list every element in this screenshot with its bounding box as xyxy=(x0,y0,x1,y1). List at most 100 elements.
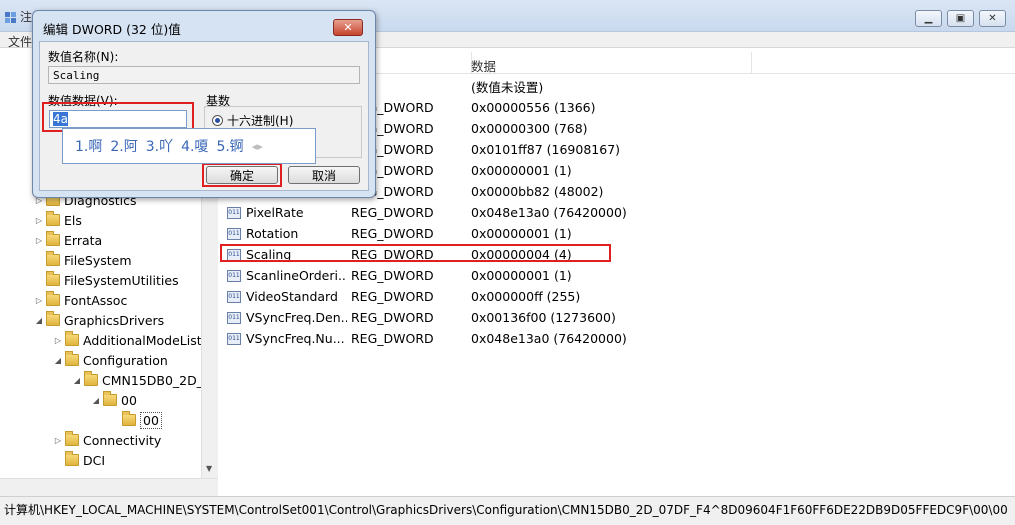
tree-node[interactable]: ▷ Connectivity xyxy=(34,430,211,450)
folder-icon xyxy=(46,271,60,286)
ime-candidate[interactable]: 1.啊 xyxy=(75,136,102,156)
ime-candidate-window: 1.啊 2.阿 3.吖 4.嗄 5.锕 ◂▸ xyxy=(62,128,316,164)
cancel-button[interactable]: 取消 xyxy=(288,166,360,184)
tree-node-label: FileSystem xyxy=(64,252,132,268)
tree-node[interactable]: ▷ AdditionalModeLists xyxy=(34,330,211,350)
value-data: 0x0000bb82 (48002) xyxy=(471,184,604,199)
tree-node-label: Errata xyxy=(64,232,103,248)
tree-node[interactable]: ◢ 00 xyxy=(34,390,211,410)
value-name: ScanlineOrderi... xyxy=(246,268,347,283)
minimize-button[interactable]: ▁ xyxy=(915,10,942,27)
expander-icon[interactable]: ▷ xyxy=(34,296,44,305)
registry-value-row[interactable]: 011 PixelRate REG_DWORD 0x048e13a0 (7642000… xyxy=(227,202,927,223)
expander-icon[interactable]: ▷ xyxy=(34,236,44,245)
folder-icon xyxy=(46,211,60,226)
tree-node[interactable]: ▷ FontAssoc xyxy=(34,290,211,310)
folder-icon xyxy=(84,371,98,386)
value-data: 0x00136f00 (1273600) xyxy=(471,310,616,325)
value-name-cell: 011 VideoStandard xyxy=(227,289,347,304)
value-type: REG_DWORD xyxy=(351,310,434,325)
tree-node[interactable]: ▷ Els xyxy=(34,210,211,230)
tree-node[interactable]: ◢ Configuration xyxy=(34,350,211,370)
dialog-close-button[interactable]: ✕ xyxy=(333,19,363,36)
regedit-icon xyxy=(4,10,18,24)
tree-node-label: DCI xyxy=(83,452,106,468)
registry-value-row[interactable]: 011 VideoStandard REG_DWORD 0x000000ff (255… xyxy=(227,286,927,307)
tree-node-label: CMN15DB0_2D_0 xyxy=(102,372,211,388)
expander-icon[interactable]: ◢ xyxy=(34,316,44,325)
registry-value-row[interactable]: 011 ScanlineOrderi... REG_DWORD 0x00000001 … xyxy=(227,265,927,286)
value-name-cell: 011 VSyncFreq.Den... xyxy=(227,310,347,325)
expander-icon[interactable]: ◢ xyxy=(53,356,63,365)
maximize-button[interactable]: ▣ xyxy=(947,10,974,27)
folder-icon xyxy=(122,411,136,426)
restore-icon: ▣ xyxy=(955,13,966,24)
folder-icon xyxy=(46,311,60,326)
value-data: 0x048e13a0 (76420000) xyxy=(471,205,627,220)
value-data: 0x000000ff (255) xyxy=(471,289,581,304)
tree-node[interactable]: ▷ Errata xyxy=(34,230,211,250)
close-icon: ✕ xyxy=(988,13,997,24)
value-name: VideoStandard xyxy=(246,289,338,304)
value-data: 0x00000001 (1) xyxy=(471,226,572,241)
expander-icon[interactable]: ▷ xyxy=(53,436,63,445)
value-name-cell: 011 Rotation xyxy=(227,226,347,241)
tree-node-label: FontAssoc xyxy=(64,292,128,308)
window-title: 注 xyxy=(20,10,33,24)
dialog-body: 数值名称(N): Scaling 数值数据(V): 4a 基数 十六进制(H) … xyxy=(39,41,369,191)
value-data: 0x00000556 (1366) xyxy=(471,100,596,115)
close-icon: ✕ xyxy=(343,21,353,34)
tree-node[interactable]: FileSystemUtilities xyxy=(34,270,211,290)
hex-radio-label: 十六进制(H) xyxy=(227,114,294,128)
value-type: REG_DWORD xyxy=(351,205,434,220)
dword-value-icon: 011 xyxy=(227,290,241,303)
cancel-button-label: 取消 xyxy=(311,168,336,183)
column-divider[interactable] xyxy=(751,52,752,74)
value-data: 0x00000001 (1) xyxy=(471,163,572,178)
dword-value-icon: 011 xyxy=(227,227,241,240)
hex-radio[interactable]: 十六进制(H) xyxy=(212,112,293,129)
value-data: 0x00000001 (1) xyxy=(471,268,572,283)
value-name: Rotation xyxy=(246,226,299,241)
tree-node-label: Connectivity xyxy=(83,432,162,448)
tree-node[interactable]: ◢ CMN15DB0_2D_0 xyxy=(34,370,211,390)
expander-icon[interactable]: ▷ xyxy=(34,216,44,225)
registry-value-row[interactable]: 011 VSyncFreq.Den... REG_DWORD 0x00136f00 (… xyxy=(227,307,927,328)
ime-page-arrows-icon[interactable]: ◂▸ xyxy=(252,140,263,153)
tree-node-label: 00 xyxy=(140,411,162,429)
scaling-highlight-box xyxy=(220,244,611,262)
ime-candidate[interactable]: 2.阿 xyxy=(110,136,137,156)
column-data-header[interactable]: 数据 xyxy=(471,56,496,75)
folder-icon xyxy=(65,331,79,346)
value-name-cell: 011 PixelRate xyxy=(227,205,347,220)
folder-icon xyxy=(65,451,79,466)
radio-selected-icon xyxy=(212,115,223,126)
tree-node[interactable]: 00 xyxy=(34,410,211,430)
dword-value-icon: 011 xyxy=(227,332,241,345)
ime-candidate[interactable]: 3.吖 xyxy=(146,136,173,156)
scroll-down-arrow-icon[interactable]: ▼ xyxy=(206,464,212,473)
tree-node[interactable]: ◢ GraphicsDrivers xyxy=(34,310,211,330)
ime-candidate[interactable]: 4.嗄 xyxy=(181,136,208,156)
status-path: 计算机\HKEY_LOCAL_MACHINE\SYSTEM\ControlSet… xyxy=(4,503,1008,517)
ime-candidate[interactable]: 5.锕 xyxy=(216,136,243,156)
tree-horizontal-scrollbar[interactable] xyxy=(0,478,218,496)
folder-icon xyxy=(65,351,79,366)
registry-value-row[interactable]: 011 Rotation REG_DWORD 0x00000001 (1) xyxy=(227,223,927,244)
dword-value-icon: 011 xyxy=(227,269,241,282)
tree-node-label: Configuration xyxy=(83,352,168,368)
value-name: VSyncFreq.Den... xyxy=(246,310,347,325)
value-type: REG_DWORD xyxy=(351,268,434,283)
close-window-button[interactable]: ✕ xyxy=(979,10,1006,27)
tree-node[interactable]: FileSystem xyxy=(34,250,211,270)
folder-icon xyxy=(103,391,117,406)
value-data: (数值未设置) xyxy=(471,80,544,95)
expander-icon[interactable]: ▷ xyxy=(53,336,63,345)
edit-dword-dialog: 编辑 DWORD (32 位)值 ✕ 数值名称(N): Scaling 数值数据… xyxy=(32,10,376,198)
expander-icon[interactable]: ◢ xyxy=(72,376,82,385)
registry-value-row[interactable]: 011 VSyncFreq.Nu... REG_DWORD 0x048e13a0 (7… xyxy=(227,328,927,349)
tree-node[interactable]: DCI xyxy=(34,450,211,470)
expander-icon[interactable]: ◢ xyxy=(91,396,101,405)
folder-icon xyxy=(65,431,79,446)
minimize-icon: ▁ xyxy=(924,13,933,24)
